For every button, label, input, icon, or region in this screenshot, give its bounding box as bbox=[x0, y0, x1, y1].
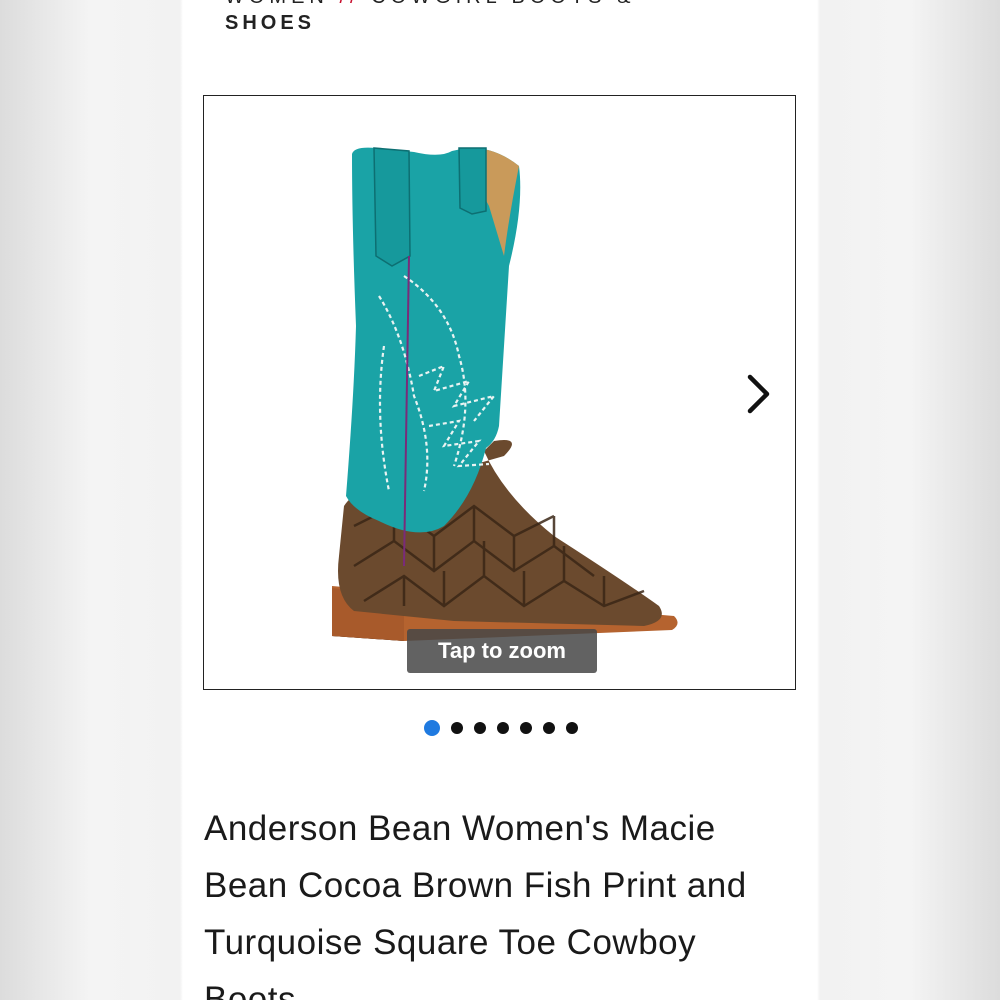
chevron-right-icon bbox=[747, 374, 770, 414]
pagination-dot[interactable] bbox=[519, 722, 532, 734]
next-image-button[interactable] bbox=[740, 371, 776, 417]
product-image[interactable] bbox=[204, 96, 794, 688]
breadcrumb-separator: // bbox=[339, 0, 360, 8]
gallery-pagination bbox=[184, 720, 817, 740]
boot-pull-strap bbox=[373, 147, 411, 267]
product-image-gallery[interactable]: Tap to zoom bbox=[203, 95, 796, 690]
breadcrumb-shoes[interactable]: SHOES bbox=[225, 12, 315, 35]
pagination-dot[interactable] bbox=[496, 722, 509, 734]
breadcrumb-cowgirl-boots[interactable]: COWGIRL BOOTS & bbox=[371, 0, 635, 8]
product-panel: WOMEN // COWGIRL BOOTS & SHOES bbox=[184, 0, 817, 1000]
pagination-dot[interactable] bbox=[473, 722, 486, 734]
breadcrumb-women[interactable]: WOMEN bbox=[225, 0, 329, 8]
product-title: Anderson Bean Women's Macie Bean Cocoa B… bbox=[204, 809, 747, 1000]
pagination-dot[interactable] bbox=[565, 722, 578, 734]
breadcrumb: WOMEN // COWGIRL BOOTS & bbox=[225, 0, 635, 9]
pagination-dot[interactable] bbox=[423, 720, 440, 736]
pagination-dot[interactable] bbox=[542, 722, 555, 734]
pagination-dot[interactable] bbox=[450, 722, 463, 734]
tap-to-zoom-button[interactable]: Tap to zoom bbox=[407, 629, 597, 673]
